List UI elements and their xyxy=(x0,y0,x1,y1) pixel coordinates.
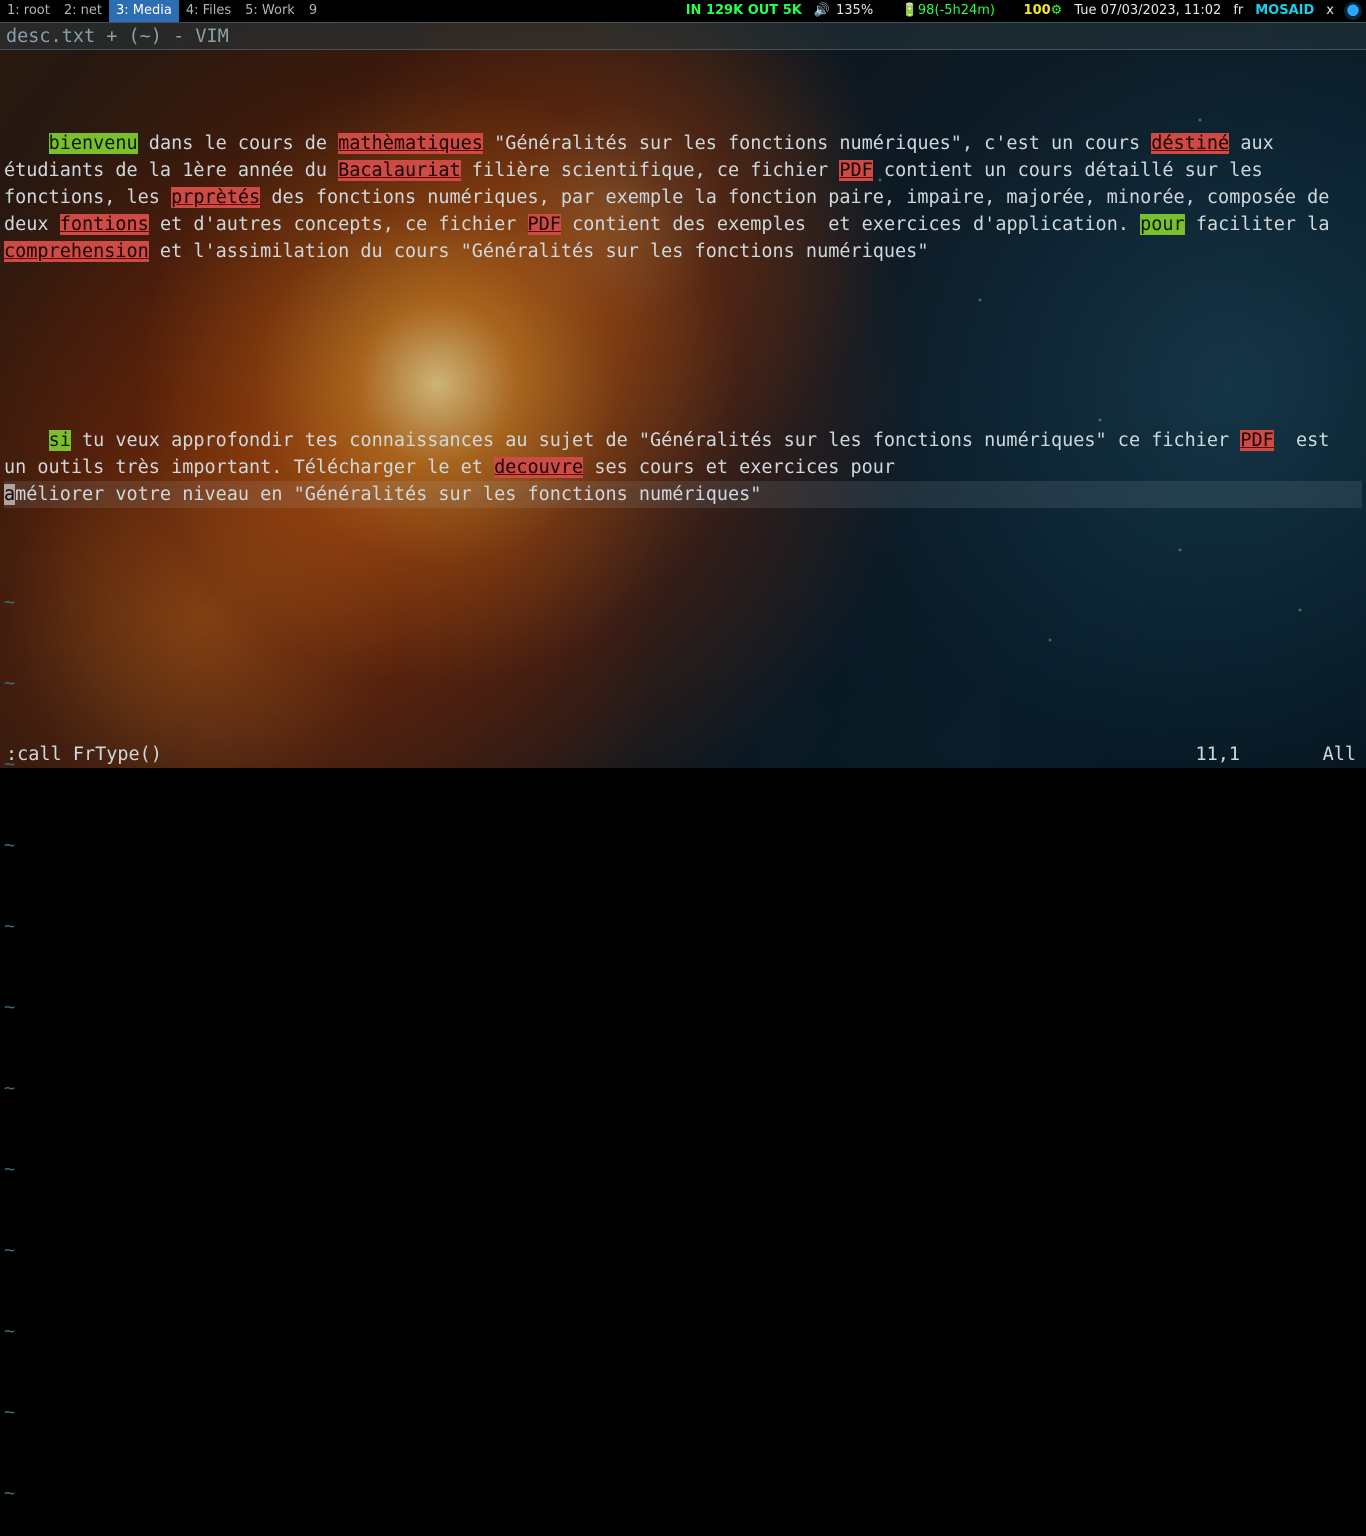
close-icon[interactable]: x xyxy=(1320,0,1340,22)
workspace-1-root[interactable]: 1: root xyxy=(0,0,57,22)
vim-tilde: ~ xyxy=(4,1156,1362,1183)
spell-bad: decouvre xyxy=(494,457,583,478)
cpu-widget: 100⚙ xyxy=(1001,0,1068,44)
workspace-9[interactable]: 9 xyxy=(302,0,324,22)
text-line: bienvenu dans le cours de mathèmatiques … xyxy=(4,133,1341,262)
workspace-3-media[interactable]: 3: Media xyxy=(109,0,179,22)
spell-bad: PDF xyxy=(1240,430,1273,451)
spell-bad: prprètés xyxy=(171,187,260,208)
battery-widget: 🔋98(-5h24m) xyxy=(879,0,1001,44)
spell-bad: Bacalauriat xyxy=(338,160,461,181)
vim-tilde: ~ xyxy=(4,1075,1362,1102)
battery-value: 98(-5h24m) xyxy=(918,3,995,18)
spell-bad: fontions xyxy=(60,214,149,235)
vim-tilde: ~ xyxy=(4,1399,1362,1426)
blank-line xyxy=(4,319,1362,346)
vim-tilde: ~ xyxy=(4,1480,1362,1507)
vim-tilde: ~ xyxy=(4,832,1362,859)
volume-value: 135% xyxy=(836,0,879,22)
net-traffic: IN 129K OUT 5K xyxy=(680,0,808,22)
vim-tilde: ~ xyxy=(4,1237,1362,1264)
vim-buffer[interactable]: bienvenu dans le cours de mathèmatiques … xyxy=(0,50,1366,740)
battery-icon: 🔋 xyxy=(902,3,918,18)
workspace-5-work[interactable]: 5: Work xyxy=(238,0,302,22)
spell-bad: mathèmatiques xyxy=(338,133,483,154)
vim-tilde: ~ xyxy=(4,670,1362,697)
cursor: a xyxy=(4,484,15,505)
hostname: MOSAID xyxy=(1249,0,1320,22)
text-line: si tu veux approfondir tes connaissances… xyxy=(4,430,1362,508)
spell-bad: déstiné xyxy=(1151,133,1229,154)
spell-bad: PDF xyxy=(528,214,561,235)
workspace-4-files[interactable]: 4: Files xyxy=(179,0,238,22)
clock: Tue 07/03/2023, 11:02 xyxy=(1068,0,1227,22)
spell-bad: comprehension xyxy=(4,241,149,262)
spell-bad: PDF xyxy=(839,160,872,181)
keyboard-layout[interactable]: fr xyxy=(1227,0,1249,22)
volume-icon[interactable]: 🔊 xyxy=(808,0,836,22)
vim-status-line: :call FrType() 11,1 All xyxy=(0,740,1366,768)
wm-status-bar: 1: root 2: net 3: Media 4: Files 5: Work… xyxy=(0,0,1366,22)
spell-good: pour xyxy=(1140,214,1185,235)
vim-command: :call FrType() xyxy=(6,741,162,768)
terminal-window[interactable]: desc.txt + (~) - VIM bienvenu dans le co… xyxy=(0,22,1366,768)
gear-icon: ⚙ xyxy=(1051,3,1063,18)
vim-tilde: ~ xyxy=(4,589,1362,616)
distro-logo-icon[interactable] xyxy=(1344,2,1362,20)
vim-tilde: ~ xyxy=(4,1318,1362,1345)
workspace-2-net[interactable]: 2: net xyxy=(57,0,109,22)
vim-tilde: ~ xyxy=(4,994,1362,1021)
spell-good: si xyxy=(49,430,71,451)
cpu-value: 100 xyxy=(1024,3,1051,18)
cursor-line: améliorer votre niveau en "Généralités s… xyxy=(4,481,1362,508)
vim-tilde: ~ xyxy=(4,913,1362,940)
window-title: desc.txt + (~) - VIM xyxy=(0,22,1366,50)
spell-good: bienvenu xyxy=(49,133,138,154)
vim-scroll-pct: All xyxy=(1323,741,1356,768)
